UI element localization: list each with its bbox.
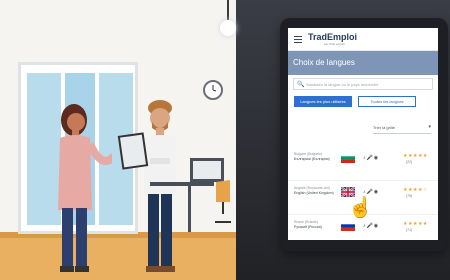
app-logo: TradEmploi bbox=[308, 32, 358, 42]
language-native: English (United Kingdom) bbox=[294, 191, 334, 195]
audio-icon[interactable]: ♪🎤◉ bbox=[363, 155, 379, 161]
app-screen: TradEmploi par Pôle emploi Choix de lang… bbox=[288, 28, 438, 240]
language-native: Русский (Россия) bbox=[294, 225, 322, 229]
held-tablet bbox=[117, 132, 149, 170]
rating-stars: ★★★★★ bbox=[403, 221, 428, 227]
menu-icon[interactable] bbox=[294, 36, 302, 43]
rating-count: (70) bbox=[406, 194, 413, 198]
search-icon: 🔍 bbox=[297, 82, 305, 88]
rating-stars: ★★★★★ bbox=[403, 153, 428, 159]
flag-bulgaria-icon bbox=[341, 153, 355, 163]
page-title-band: Choix de langues bbox=[288, 51, 438, 75]
page-title: Choix de langues bbox=[293, 58, 355, 67]
language-name: Bulgare (Bulgarie) bbox=[294, 152, 323, 156]
app-logo-tagline: par Pôle emploi bbox=[324, 42, 345, 46]
desk bbox=[150, 182, 214, 186]
app-header: TradEmploi par Pôle emploi bbox=[288, 28, 438, 51]
tablet-device: TradEmploi par Pôle emploi Choix de lang… bbox=[280, 18, 448, 251]
language-name: Russe (Russie) bbox=[294, 220, 318, 224]
search-placeholder: Saisissez la langue ou le pays recherché bbox=[306, 82, 379, 87]
illustration-scene: TradEmploi par Pôle emploi Choix de lang… bbox=[0, 0, 450, 280]
clock-icon bbox=[203, 80, 223, 100]
lamp-cord bbox=[227, 0, 229, 22]
desktop-monitor bbox=[190, 158, 224, 182]
list-item[interactable]: Anglais (Royaume-Uni) English (United Kin… bbox=[288, 180, 438, 219]
rating-stars: ★★★★☆ bbox=[403, 187, 428, 193]
audio-icon[interactable]: ♪🎤◉ bbox=[363, 223, 379, 229]
office-chair bbox=[215, 180, 231, 223]
desk-leg bbox=[188, 186, 191, 232]
sort-select[interactable]: Trier la grille ▾ bbox=[373, 124, 431, 134]
flag-russia-icon bbox=[341, 221, 355, 231]
sort-label: Trier la grille bbox=[373, 125, 395, 130]
tab-all-languages[interactable]: Toutes les langues bbox=[358, 96, 416, 107]
chevron-down-icon: ▾ bbox=[428, 124, 431, 130]
search-input[interactable]: 🔍 Saisissez la langue ou le pays recherc… bbox=[293, 78, 433, 90]
list-item[interactable]: Bulgare (Bulgarie) Български (България) ♪… bbox=[288, 146, 438, 181]
lamp-bulb bbox=[220, 20, 236, 36]
woman-figure bbox=[58, 104, 112, 272]
tab-most-used[interactable]: Langues les plus utilisées bbox=[294, 96, 352, 107]
list-item[interactable]: Russe (Russie) Русский (Россия) ♪🎤◉ ★★★★★… bbox=[288, 214, 438, 240]
language-native: Български (България) bbox=[294, 157, 330, 161]
rating-count: (22) bbox=[406, 160, 413, 164]
rating-count: (71) bbox=[406, 228, 413, 232]
language-name: Anglais (Royaume-Uni) bbox=[294, 186, 331, 190]
